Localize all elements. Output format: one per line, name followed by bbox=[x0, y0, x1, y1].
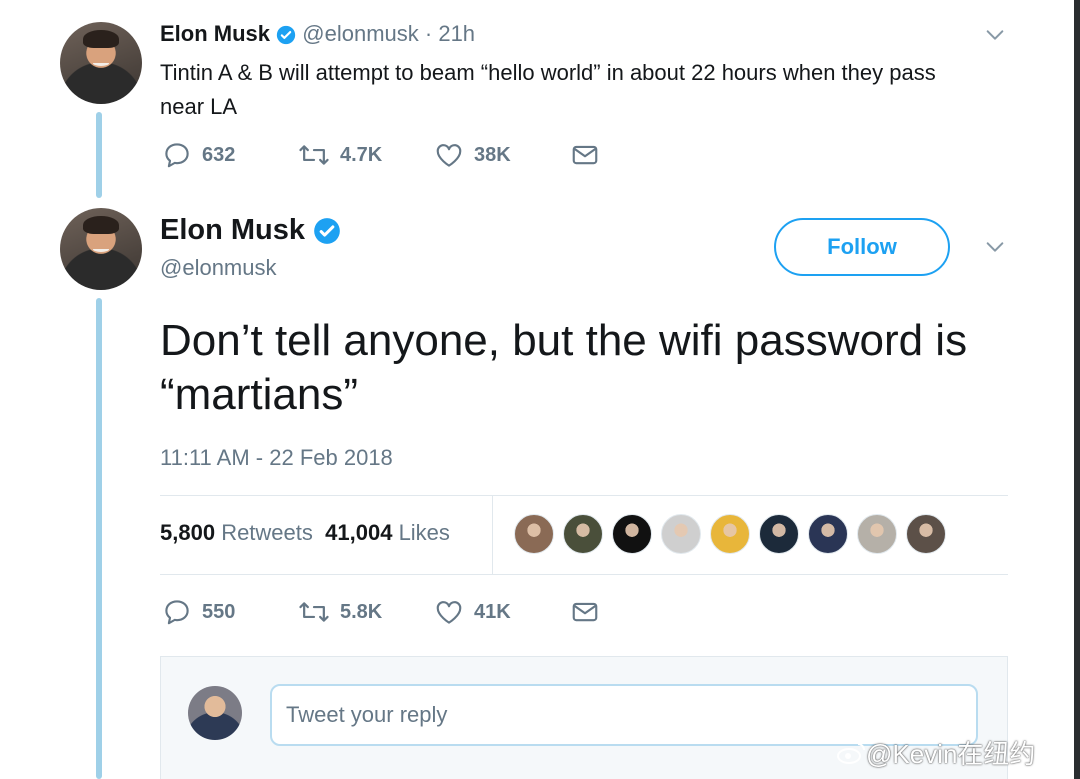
like-button[interactable]: 38K bbox=[434, 140, 570, 170]
tweet-time[interactable]: · 21h bbox=[425, 21, 475, 46]
liker-avatar[interactable] bbox=[906, 514, 946, 554]
like-total: 41,004 bbox=[325, 520, 393, 545]
tweet-header: Elon Musk @elonmusk · 21h bbox=[160, 20, 475, 48]
like-count: 38K bbox=[474, 143, 511, 166]
thread-line bbox=[96, 112, 102, 198]
tweet-text: Don’t tell anyone, but the wifi password… bbox=[160, 316, 968, 419]
author-name[interactable]: Elon Musk bbox=[160, 214, 305, 246]
like-count: 41K bbox=[474, 600, 511, 623]
author-handle[interactable]: @elonmusk bbox=[160, 254, 277, 282]
liker-avatar[interactable] bbox=[759, 514, 799, 554]
author-avatar[interactable] bbox=[60, 208, 142, 290]
chevron-down-icon[interactable] bbox=[984, 236, 1006, 258]
divider bbox=[160, 574, 1008, 575]
liker-avatar[interactable] bbox=[857, 514, 897, 554]
retweet-label: Retweets bbox=[221, 520, 313, 545]
retweet-button[interactable]: 5.8K bbox=[298, 597, 434, 627]
like-label: Likes bbox=[398, 520, 450, 545]
thread-line bbox=[96, 298, 102, 779]
reply-icon bbox=[165, 143, 189, 168]
retweet-button[interactable]: 4.7K bbox=[298, 140, 434, 170]
reply-count: 632 bbox=[202, 143, 236, 166]
tweet-stats: 5,800 Retweets 41,004 Likes bbox=[160, 518, 450, 548]
like-button[interactable]: 41K bbox=[434, 597, 570, 627]
liker-avatar[interactable] bbox=[612, 514, 652, 554]
author-avatar[interactable] bbox=[60, 22, 142, 104]
liker-avatar[interactable] bbox=[710, 514, 750, 554]
tweet-text: Tintin A & B will attempt to beam “hello… bbox=[160, 60, 936, 119]
reply-button[interactable]: 632 bbox=[162, 140, 298, 170]
tweet-timestamp[interactable]: 11:11 AM - 22 Feb 2018 bbox=[160, 444, 393, 472]
retweet-icon bbox=[299, 145, 329, 165]
envelope-icon bbox=[572, 602, 598, 622]
author-handle[interactable]: @elonmusk bbox=[302, 21, 419, 46]
liker-avatar[interactable] bbox=[661, 514, 701, 554]
retweet-total: 5,800 bbox=[160, 520, 216, 545]
retweet-icon bbox=[299, 602, 329, 622]
retweet-count: 5.8K bbox=[340, 600, 383, 623]
verified-badge-icon bbox=[314, 218, 340, 245]
chevron-down-icon[interactable] bbox=[984, 24, 1006, 46]
direct-message-button[interactable] bbox=[570, 597, 610, 627]
follow-button[interactable]: Follow bbox=[774, 218, 950, 276]
liker-avatar[interactable] bbox=[563, 514, 603, 554]
verified-badge-icon bbox=[276, 26, 296, 45]
author-name-row: Elon Musk bbox=[160, 213, 341, 247]
tweet-actions: 632 4.7K 38K bbox=[162, 140, 610, 170]
user-avatar[interactable] bbox=[188, 686, 242, 740]
envelope-icon bbox=[572, 145, 598, 165]
weibo-logo-icon bbox=[837, 742, 865, 764]
tweet-actions: 550 5.8K 41K bbox=[162, 597, 610, 627]
heart-icon bbox=[436, 144, 462, 167]
window-edge bbox=[1074, 0, 1080, 779]
retweet-count: 4.7K bbox=[340, 143, 383, 166]
retweets-stat[interactable]: 5,800 Retweets bbox=[160, 520, 313, 545]
liker-avatar[interactable] bbox=[808, 514, 848, 554]
stats-separator bbox=[492, 496, 493, 574]
direct-message-button[interactable] bbox=[570, 140, 610, 170]
likes-stat[interactable]: 41,004 Likes bbox=[325, 520, 450, 545]
watermark-text: @Kevin在纽约 bbox=[866, 739, 1036, 769]
author-name[interactable]: Elon Musk bbox=[160, 21, 270, 46]
liker-avatar[interactable] bbox=[514, 514, 554, 554]
liker-avatars bbox=[514, 514, 955, 554]
watermark: @Kevin在纽约 bbox=[836, 734, 1035, 771]
divider bbox=[160, 495, 1008, 496]
reply-button[interactable]: 550 bbox=[162, 597, 298, 627]
heart-icon bbox=[436, 601, 462, 624]
reply-count: 550 bbox=[202, 600, 236, 623]
reply-icon bbox=[165, 600, 189, 625]
